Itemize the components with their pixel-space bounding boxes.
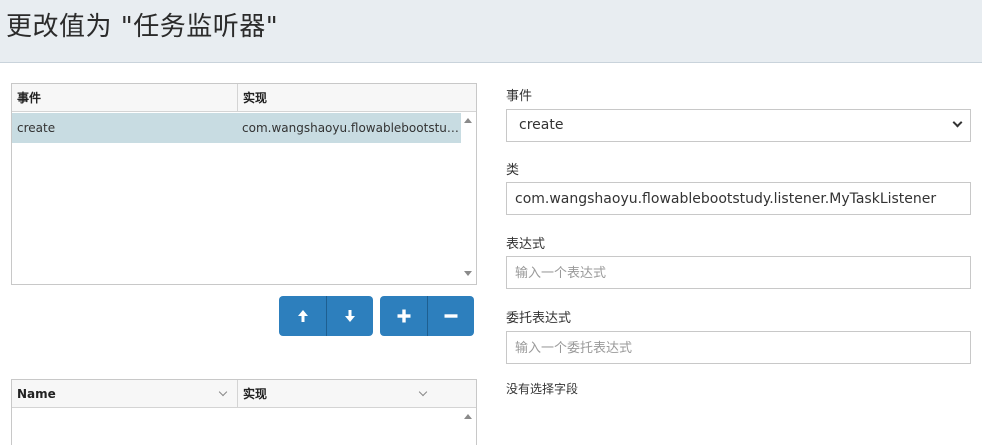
plus-icon — [397, 309, 410, 323]
listeners-grid-header: 事件 实现 — [12, 84, 476, 112]
remove-button[interactable] — [427, 296, 474, 336]
scroll-up-icon[interactable] — [464, 118, 472, 123]
fields-grid: Name 实现 — [11, 379, 477, 445]
delegate-expression-field[interactable] — [506, 331, 971, 364]
add-button[interactable] — [380, 296, 427, 336]
move-down-button[interactable] — [326, 296, 373, 336]
listeners-grid: 事件 实现 create com.wangshaoyu.flowableboot… — [11, 83, 477, 285]
table-row[interactable]: create com.wangshaoyu.flowablebootstudy.… — [12, 113, 462, 143]
no-field-selected-text: 没有选择字段 — [506, 382, 579, 396]
scroll-up-icon[interactable] — [464, 414, 472, 419]
class-field[interactable] — [506, 182, 971, 215]
arrow-down-icon — [345, 310, 355, 322]
minus-icon — [444, 314, 458, 318]
column-header-event[interactable]: 事件 — [12, 84, 237, 112]
event-label: 事件 — [506, 89, 533, 104]
event-select[interactable]: create — [506, 109, 971, 142]
class-label: 类 — [506, 163, 520, 178]
column-header-implementation[interactable]: 实现 — [237, 84, 476, 112]
column-header-implementation[interactable]: 实现 — [237, 380, 476, 408]
expression-field[interactable] — [506, 256, 971, 289]
row-implementation-cell: com.wangshaoyu.flowablebootstudy.listene… — [242, 121, 462, 135]
column-header-name[interactable]: Name — [12, 380, 237, 408]
row-event-cell: create — [17, 121, 56, 135]
add-remove-button-group — [380, 296, 474, 336]
move-button-group — [279, 296, 373, 336]
event-select-value: create — [519, 117, 564, 133]
expression-label: 表达式 — [506, 237, 546, 252]
dialog-title: 更改值为 "任务监听器" — [6, 12, 279, 42]
scroll-down-icon[interactable] — [464, 271, 472, 276]
listeners-scrollbar[interactable] — [461, 113, 476, 284]
chevron-down-icon — [952, 117, 963, 128]
fields-scrollbar[interactable] — [461, 409, 476, 445]
dialog-header: 更改值为 "任务监听器" — [0, 0, 982, 63]
arrow-up-icon — [297, 310, 308, 322]
delegate-expression-label: 委托表达式 — [506, 311, 572, 326]
fields-grid-header: Name 实现 — [12, 380, 476, 408]
move-up-button[interactable] — [279, 296, 326, 336]
